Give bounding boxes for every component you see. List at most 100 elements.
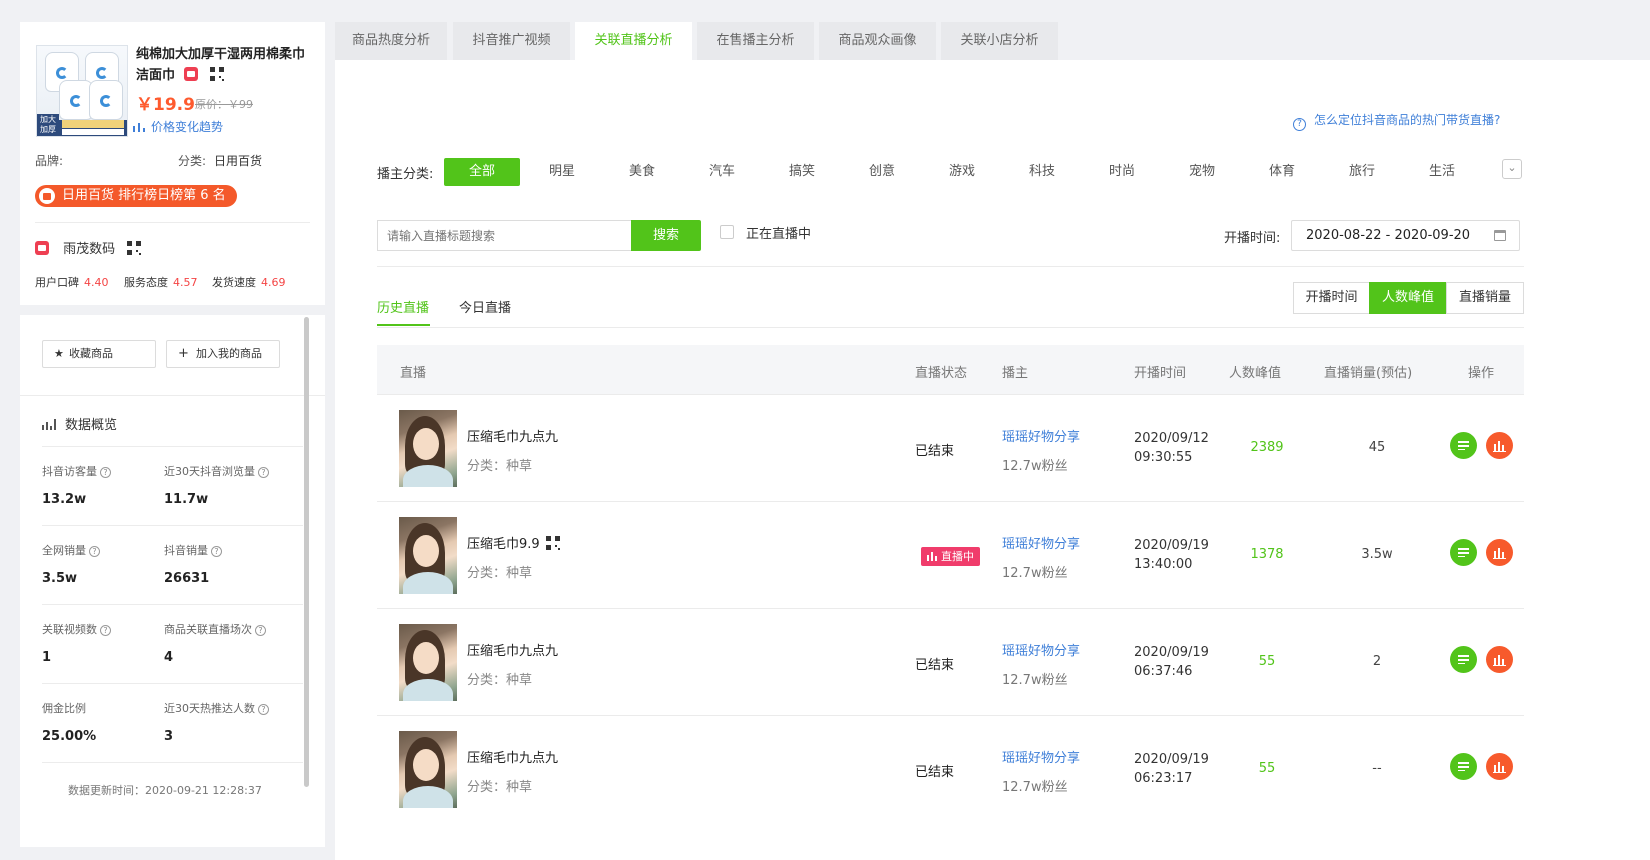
analysis-chart-icon[interactable] <box>1486 753 1513 780</box>
qrcode-icon[interactable] <box>210 67 225 81</box>
help-icon[interactable]: ? <box>211 546 222 557</box>
brand-label: 品牌: <box>35 154 64 168</box>
category-car[interactable]: 汽车 <box>684 158 760 186</box>
sort-peak-viewers[interactable]: 人数峰值 <box>1369 282 1447 314</box>
qrcode-icon[interactable] <box>127 241 142 255</box>
help-icon[interactable]: ? <box>258 467 269 478</box>
tab-live[interactable]: 关联直播分析 <box>575 22 692 60</box>
search-input[interactable] <box>377 220 631 251</box>
category-sport[interactable]: 体育 <box>1244 158 1320 186</box>
tab-audience[interactable]: 商品观众画像 <box>819 22 936 60</box>
score-value: 4.40 <box>84 276 109 289</box>
add-to-mine-button[interactable]: + 加入我的商品 <box>166 340 280 368</box>
price-trend-link[interactable]: 价格变化趋势 <box>133 118 223 135</box>
host-fans: 12.7w粉丝 <box>1002 566 1068 581</box>
score-shipping: 发货速度 4.69 <box>212 274 286 290</box>
live-title[interactable]: 压缩毛巾九点九 <box>467 747 558 766</box>
plus-icon: + <box>178 346 189 361</box>
category-all[interactable]: 全部 <box>444 158 520 186</box>
category-life[interactable]: 生活 <box>1404 158 1480 186</box>
live-sales: 2 <box>1372 654 1382 669</box>
live-title[interactable]: 压缩毛巾九点九 <box>467 426 558 445</box>
category-travel[interactable]: 旅行 <box>1324 158 1400 186</box>
live-category: 分类：种草 <box>467 780 533 795</box>
scrollbar[interactable] <box>304 317 309 787</box>
analysis-chart-icon[interactable] <box>1486 646 1513 673</box>
category-game[interactable]: 游戏 <box>924 158 1000 186</box>
column-header: 直播 <box>400 366 427 381</box>
category-tech[interactable]: 科技 <box>1004 158 1080 186</box>
live-title[interactable]: 压缩毛巾九点九 <box>467 640 558 659</box>
category-funny[interactable]: 搞笑 <box>764 158 840 186</box>
tab-shops[interactable]: 关联小店分析 <box>941 22 1058 60</box>
live-bars-icon <box>927 552 937 561</box>
host-name[interactable]: 瑶瑶好物分享 <box>1002 640 1080 659</box>
live-category: 分类：种草 <box>467 459 533 474</box>
help-icon[interactable]: ? <box>100 467 111 478</box>
live-only-checkbox[interactable] <box>720 225 734 239</box>
divider <box>377 266 1524 267</box>
detail-list-icon[interactable] <box>1450 432 1477 459</box>
help-icon[interactable]: ? <box>258 704 269 715</box>
stat-value: 1 <box>42 650 52 665</box>
sort-start-time[interactable]: 开播时间 <box>1293 282 1370 314</box>
table-row[interactable]: 压缩毛巾9.9 分类：种草 直播中 瑶瑶好物分享 12.7w粉丝 2020/09… <box>377 502 1524 609</box>
divider <box>42 604 303 605</box>
peak-viewers: 2389 <box>1250 440 1284 455</box>
image-corner-badge: 加大加厚 <box>37 114 59 136</box>
stat-value: 25.00% <box>42 729 97 744</box>
host-name[interactable]: 瑶瑶好物分享 <box>1002 747 1080 766</box>
sort-live-sales[interactable]: 直播销量 <box>1446 282 1524 314</box>
category-food[interactable]: 美食 <box>604 158 680 186</box>
divider <box>42 446 303 447</box>
tab-today-live[interactable]: 今日直播 <box>459 297 511 316</box>
category-star[interactable]: 明星 <box>524 158 600 186</box>
tab-heat[interactable]: 商品热度分析 <box>335 22 447 60</box>
detail-list-icon[interactable] <box>1450 753 1477 780</box>
shop-info[interactable]: 雨茂数码 <box>35 238 142 257</box>
qrcode-icon[interactable] <box>545 536 560 550</box>
analysis-chart-icon[interactable] <box>1486 432 1513 459</box>
category-value: 日用百货 <box>214 154 263 168</box>
calendar-icon <box>1494 230 1506 241</box>
category-pet[interactable]: 宠物 <box>1164 158 1240 186</box>
rank-badge[interactable]: 日用百货 排行榜日榜第 6 名 <box>35 185 237 207</box>
tab-hosts[interactable]: 在售播主分析 <box>697 22 814 60</box>
host-name[interactable]: 瑶瑶好物分享 <box>1002 533 1080 552</box>
detail-list-icon[interactable] <box>1450 539 1477 566</box>
live-thumbnail[interactable] <box>399 624 457 701</box>
shop-icon[interactable] <box>183 67 198 81</box>
tab-videos[interactable]: 抖音推广视频 <box>453 22 570 60</box>
score-label: 服务态度 <box>124 276 168 289</box>
stat-label: 全网销量? <box>42 542 100 558</box>
analysis-chart-icon[interactable] <box>1486 539 1513 566</box>
live-thumbnail[interactable] <box>399 517 457 594</box>
chevron-down-icon[interactable]: ⌄ <box>1502 159 1522 179</box>
category-creative[interactable]: 创意 <box>844 158 920 186</box>
stat-value: 11.7w <box>164 492 209 507</box>
live-thumbnail[interactable] <box>399 410 457 487</box>
start-time: 2020/09/19 13:40:00 <box>1134 538 1209 572</box>
table-row[interactable]: 压缩毛巾九点九 分类：种草 已结束 瑶瑶好物分享 12.7w粉丝 2020/09… <box>377 716 1524 823</box>
host-name[interactable]: 瑶瑶好物分享 <box>1002 426 1080 445</box>
detail-list-icon[interactable] <box>1450 646 1477 673</box>
help-icon[interactable]: ? <box>89 546 100 557</box>
product-image[interactable]: 加大加厚 <box>36 45 128 137</box>
live-status: 直播中 <box>941 550 974 563</box>
category-fashion[interactable]: 时尚 <box>1084 158 1160 186</box>
favorite-button[interactable]: ★ 收藏商品 <box>42 340 156 368</box>
live-title[interactable]: 压缩毛巾9.9 <box>467 537 540 552</box>
host-fans: 12.7w粉丝 <box>1002 673 1068 688</box>
help-icon[interactable]: ? <box>100 625 111 636</box>
product-title-block: 纯棉加大加厚干湿两用棉柔巾洁面巾 <box>136 44 314 86</box>
column-header[interactable]: 直播销量(预估) <box>1324 362 1412 381</box>
search-button[interactable]: 搜索 <box>631 220 701 251</box>
help-icon[interactable]: ? <box>255 625 266 636</box>
live-thumbnail[interactable] <box>399 731 457 808</box>
table-row[interactable]: 压缩毛巾九点九 分类：种草 已结束 瑶瑶好物分享 12.7w粉丝 2020/09… <box>377 609 1524 716</box>
tab-history-live[interactable]: 历史直播 <box>377 297 429 316</box>
column-header[interactable]: 人数峰值 <box>1229 362 1281 381</box>
date-range-picker[interactable]: 2020-08-22 - 2020-09-20 <box>1291 220 1520 251</box>
help-link[interactable]: ? 怎么定位抖音商品的热门带货直播? <box>1293 111 1500 131</box>
table-row[interactable]: 压缩毛巾九点九 分类：种草 已结束 瑶瑶好物分享 12.7w粉丝 2020/09… <box>377 395 1524 502</box>
